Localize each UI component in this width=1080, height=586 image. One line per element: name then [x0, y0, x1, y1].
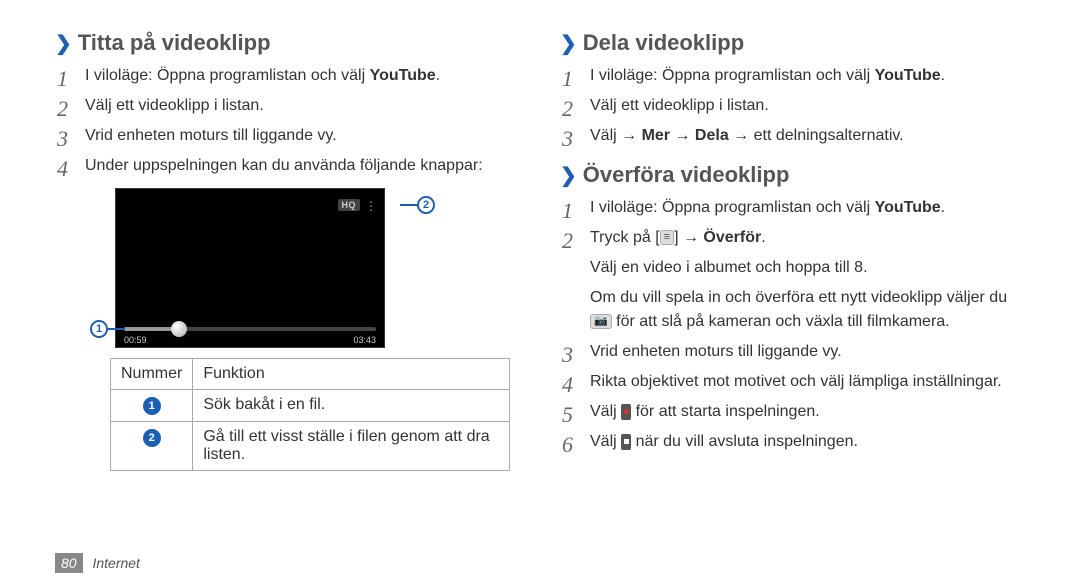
chevron-icon: ❯	[55, 31, 72, 56]
steps-watch: I viloläge: Öppna programlistan och välj…	[55, 64, 520, 178]
left-column: ❯ Titta på videoklipp I viloläge: Öppna …	[55, 30, 520, 471]
section-title-watch: ❯ Titta på videoklipp	[55, 30, 520, 56]
steps-upload: I viloläge: Öppna programlistan och välj…	[560, 196, 1025, 250]
section-name: Internet	[92, 555, 139, 571]
title-text: Titta på videoklipp	[78, 30, 271, 56]
callout-line	[400, 204, 418, 206]
sub-note: Om du vill spela in och överföra ett nyt…	[560, 286, 1025, 334]
step-item: Vrid enheten moturs till liggande vy.	[55, 124, 520, 148]
table-row: 1 Sök bakåt i en fil.	[111, 390, 510, 422]
stop-icon	[621, 434, 631, 450]
step-item: Välj ett videoklipp i listan.	[560, 94, 1025, 118]
step-item: Vrid enheten moturs till liggande vy.	[560, 340, 1025, 364]
camera-icon: 📷	[590, 314, 612, 329]
progress-bar	[124, 327, 376, 331]
callout-marker-1: 1	[90, 320, 108, 338]
function-table: Nummer Funktion 1 Sök bakåt i en fil. 2 …	[110, 358, 510, 471]
right-column: ❯ Dela videoklipp I viloläge: Öppna prog…	[560, 30, 1025, 471]
step-item: Rikta objektivet mot motivet och välj lä…	[560, 370, 1025, 394]
callout-line	[107, 328, 125, 330]
sub-note: Välj en video i albumet och hoppa till 8…	[560, 256, 1025, 280]
callout-marker-2: 2	[417, 196, 435, 214]
video-player-illustration: HQ ⋮ 00:59 03:43 1 2	[115, 188, 410, 348]
step-item: I viloläge: Öppna programlistan och välj…	[55, 64, 520, 88]
time-elapsed: 00:59	[124, 335, 147, 345]
col-function: Funktion	[193, 359, 510, 390]
page-number: 80	[55, 553, 83, 573]
more-dots-icon: ⋮	[365, 199, 376, 213]
marker-1-icon: 1	[143, 397, 161, 415]
chevron-icon: ❯	[560, 163, 577, 188]
page-footer: 80 Internet	[55, 555, 140, 571]
steps-upload-cont: Vrid enheten moturs till liggande vy. Ri…	[560, 340, 1025, 454]
step-item: I viloläge: Öppna programlistan och välj…	[560, 196, 1025, 220]
menu-icon: ≡	[660, 230, 674, 245]
step-item: Tryck på [≡] → Överför.	[560, 226, 1025, 250]
title-text: Överföra videoklipp	[583, 162, 790, 188]
video-player: HQ ⋮ 00:59 03:43	[115, 188, 385, 348]
step-item: Välj när du vill avsluta inspelningen.	[560, 430, 1025, 454]
section-title-upload: ❯ Överföra videoklipp	[560, 162, 1025, 188]
chevron-icon: ❯	[560, 31, 577, 56]
table-row: 2 Gå till ett visst ställe i filen genom…	[111, 422, 510, 471]
hq-badge: HQ	[338, 199, 361, 211]
col-number: Nummer	[111, 359, 193, 390]
step-item: Välj ett videoklipp i listan.	[55, 94, 520, 118]
step-item: I viloläge: Öppna programlistan och välj…	[560, 64, 1025, 88]
title-text: Dela videoklipp	[583, 30, 744, 56]
table-header-row: Nummer Funktion	[111, 359, 510, 390]
step-item: Välj → Mer → Dela → ett delningsalternat…	[560, 124, 1025, 148]
steps-share: I viloläge: Öppna programlistan och välj…	[560, 64, 1025, 148]
section-title-share: ❯ Dela videoklipp	[560, 30, 1025, 56]
step-item: Under uppspelningen kan du använda följa…	[55, 154, 520, 178]
time-total: 03:43	[353, 335, 376, 345]
record-icon	[621, 404, 631, 420]
step-item: Välj för att starta inspelningen.	[560, 400, 1025, 424]
progress-knob	[171, 321, 187, 337]
marker-2-icon: 2	[143, 429, 161, 447]
